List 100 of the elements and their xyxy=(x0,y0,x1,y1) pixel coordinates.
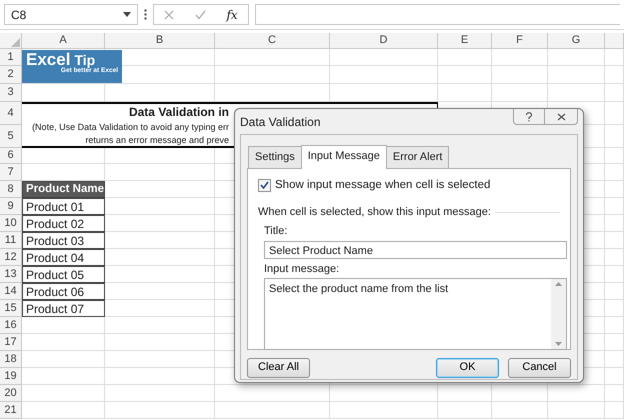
sheet-cell[interactable] xyxy=(605,351,624,368)
sheet-cell[interactable] xyxy=(605,198,624,215)
column-header[interactable]: D xyxy=(330,33,438,49)
sheet-cell[interactable] xyxy=(605,300,624,317)
sheet-cell[interactable] xyxy=(215,385,330,402)
sheet-cell[interactable] xyxy=(22,334,105,351)
sheet-cell[interactable] xyxy=(215,66,330,84)
sheet-cell[interactable] xyxy=(22,368,105,385)
sheet-cell[interactable] xyxy=(22,164,105,181)
column-header[interactable]: C xyxy=(215,33,330,49)
check-icon[interactable] xyxy=(194,10,206,20)
close-button[interactable] xyxy=(545,109,578,125)
row-header[interactable]: 19 xyxy=(0,368,22,385)
sheet-cell[interactable] xyxy=(605,49,624,66)
row-header[interactable]: 16 xyxy=(0,317,22,334)
sheet-cell[interactable] xyxy=(22,402,105,419)
row-header[interactable]: 13 xyxy=(0,266,22,283)
row-header[interactable]: 7 xyxy=(0,164,22,181)
row-header[interactable]: 5 xyxy=(0,125,22,148)
row-header[interactable]: 14 xyxy=(0,283,22,300)
sheet-cell[interactable] xyxy=(22,317,105,334)
sheet-cell[interactable] xyxy=(105,164,215,181)
select-all-icon[interactable] xyxy=(11,38,20,47)
sheet-cell[interactable] xyxy=(105,351,215,368)
row-header[interactable]: 21 xyxy=(0,402,22,419)
row-header[interactable]: 18 xyxy=(0,351,22,368)
row-header[interactable]: 6 xyxy=(0,148,22,164)
column-header[interactable]: B xyxy=(105,33,215,49)
column-header[interactable] xyxy=(605,33,624,49)
sheet-cell[interactable] xyxy=(105,181,215,198)
sheet-cell[interactable] xyxy=(22,385,105,402)
scroll-down-icon[interactable] xyxy=(555,342,562,346)
dialog-button[interactable]: Clear All xyxy=(247,358,310,378)
sheet-cell[interactable] xyxy=(105,266,215,283)
sheet-cell[interactable] xyxy=(438,402,492,419)
row-header[interactable]: 1 xyxy=(0,49,22,66)
row-header[interactable]: 4 xyxy=(0,102,22,125)
row-header[interactable]: 8 xyxy=(0,181,22,198)
checkbox[interactable] xyxy=(258,178,271,192)
tab[interactable]: Error Alert xyxy=(386,146,450,168)
sheet-cell[interactable] xyxy=(492,402,548,419)
sheet-cell[interactable] xyxy=(492,49,548,66)
sheet-cell[interactable] xyxy=(105,283,215,300)
sheet-cell[interactable] xyxy=(330,402,438,419)
row-header[interactable]: 2 xyxy=(0,66,22,84)
sheet-cell[interactable] xyxy=(330,84,438,102)
row-header[interactable]: 9 xyxy=(0,198,22,215)
sheet-cell[interactable] xyxy=(605,232,624,249)
sheet-cell[interactable] xyxy=(605,125,624,148)
row-header[interactable]: 12 xyxy=(0,249,22,266)
help-button[interactable] xyxy=(513,109,545,125)
cancel-icon[interactable] xyxy=(164,10,174,20)
sheet-cell[interactable] xyxy=(438,49,492,66)
sheet-cell[interactable] xyxy=(105,368,215,385)
name-box[interactable]: C8 xyxy=(4,4,138,25)
sheet-cell[interactable] xyxy=(22,84,105,102)
more-options-icon[interactable] xyxy=(144,9,147,20)
sheet-cell[interactable] xyxy=(105,148,215,164)
tab[interactable]: Settings xyxy=(248,146,302,168)
insert-function-button[interactable]: fx xyxy=(226,6,238,24)
sheet-cell[interactable] xyxy=(105,215,215,232)
row-header[interactable]: 20 xyxy=(0,385,22,402)
sheet-cell[interactable] xyxy=(605,266,624,283)
scroll-up-icon[interactable] xyxy=(555,282,562,286)
message-field[interactable]: Select the product name from the list xyxy=(264,278,567,350)
dropdown-caret-icon[interactable] xyxy=(123,12,131,17)
column-header[interactable]: E xyxy=(438,33,492,49)
sheet-cell[interactable] xyxy=(492,84,548,102)
sheet-cell[interactable] xyxy=(438,66,492,84)
sheet-cell[interactable] xyxy=(605,249,624,266)
dialog-button[interactable]: Cancel xyxy=(508,358,571,378)
row-header[interactable]: 15 xyxy=(0,300,22,317)
sheet-cell[interactable] xyxy=(215,402,330,419)
sheet-cell[interactable] xyxy=(105,198,215,215)
column-header[interactable]: F xyxy=(492,33,548,49)
sheet-cell[interactable] xyxy=(105,249,215,266)
sheet-cell[interactable] xyxy=(605,164,624,181)
sheet-cell[interactable] xyxy=(605,385,624,402)
sheet-cell[interactable] xyxy=(548,402,605,419)
sheet-cell[interactable] xyxy=(492,385,548,402)
sheet-cell[interactable] xyxy=(605,148,624,164)
sheet-cell[interactable] xyxy=(105,385,215,402)
sheet-cell[interactable] xyxy=(605,215,624,232)
sheet-cell[interactable] xyxy=(605,283,624,300)
sheet-cell[interactable] xyxy=(22,148,105,164)
sheet-cell[interactable] xyxy=(105,300,215,317)
sheet-cell[interactable] xyxy=(605,84,624,102)
sheet-cell[interactable] xyxy=(330,66,438,84)
sheet-cell[interactable] xyxy=(548,84,605,102)
sheet-cell[interactable] xyxy=(605,181,624,198)
column-header[interactable]: G xyxy=(548,33,605,49)
sheet-cell[interactable] xyxy=(438,385,492,402)
title-field[interactable]: Select Product Name xyxy=(264,240,567,259)
dialog-button[interactable]: OK xyxy=(436,358,499,378)
sheet-cell[interactable] xyxy=(548,385,605,402)
sheet-cell[interactable] xyxy=(105,317,215,334)
sheet-cell[interactable] xyxy=(605,102,624,125)
sheet-cell[interactable] xyxy=(105,402,215,419)
sheet-cell[interactable] xyxy=(605,317,624,334)
sheet-cell[interactable] xyxy=(330,49,438,66)
